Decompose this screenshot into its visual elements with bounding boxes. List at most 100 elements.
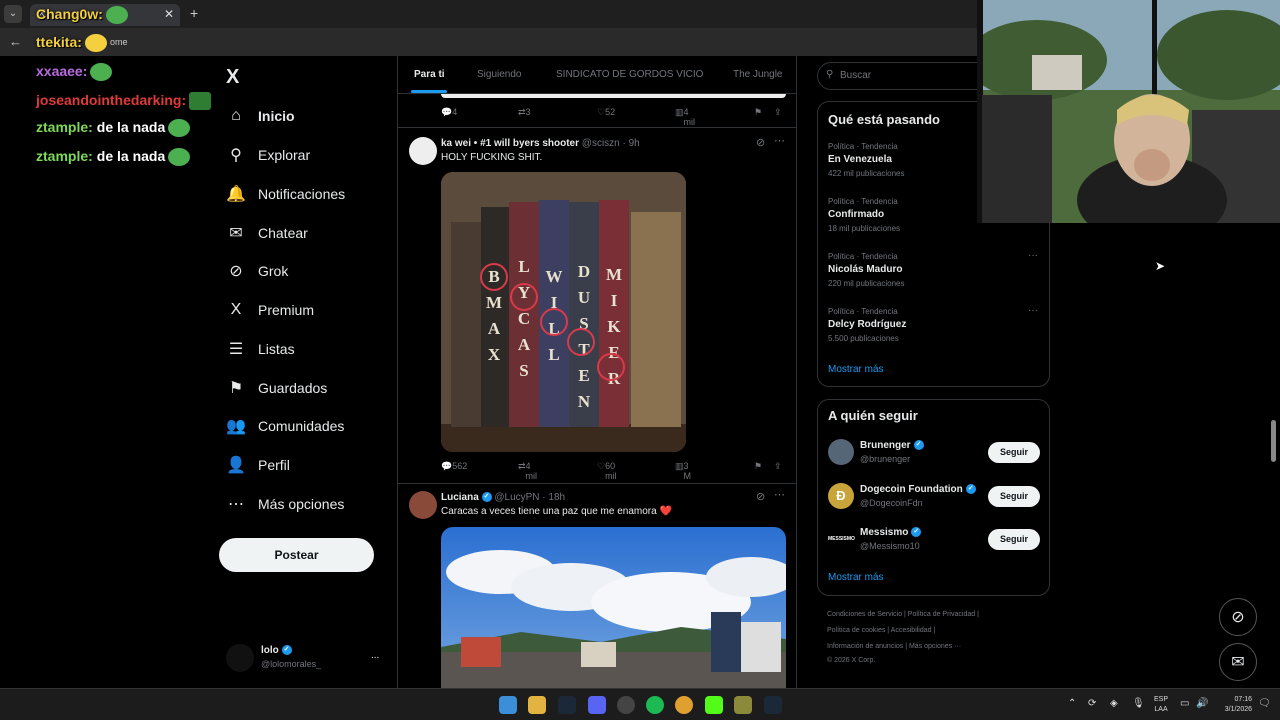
footer-links[interactable]: Información de anuncios | Más opciones ·… [827,643,961,650]
obs-icon[interactable] [617,696,635,714]
avatar[interactable] [828,439,854,465]
post-button[interactable]: Postear [219,538,374,572]
nav-item-notificaciones[interactable]: 🔔 Notificaciones [226,182,345,206]
tweet-author-name[interactable]: Luciana [441,492,479,503]
nav-item-más-opciones[interactable]: ⋯ Más opciones [226,492,344,516]
show-more-link[interactable]: Mostrar más [828,364,884,375]
avatar[interactable]: Ð [828,483,854,509]
messages-fab-icon[interactable]: ✉ [1219,643,1257,681]
page-scrollbar[interactable] [1271,420,1276,462]
back-arrow-icon[interactable]: ← [9,34,22,49]
tray-chevron-icon[interactable]: ⌃ [1068,698,1076,709]
footer-links[interactable]: Condiciones de Servicio | Política de Pr… [827,611,979,618]
nav-item-premium[interactable]: X Premium [226,298,314,322]
account-switcher[interactable]: lolo ✓ @lolomorales_ ... [226,644,386,674]
nav-item-grok[interactable]: ⊘ Grok [226,259,288,283]
tweet-more-icon[interactable]: ⋯ [774,488,785,501]
follow-button[interactable]: Seguir [988,529,1040,550]
tweet-author-name[interactable]: ka wei • #1 will byers shooter [441,138,579,149]
clock[interactable]: 07:16 3/1/2026 [1216,695,1252,715]
follow-handle[interactable]: @DogecoinFdn [860,498,923,508]
url-text[interactable]: ome [110,37,128,47]
new-tab-button[interactable]: + [190,5,198,21]
reply-button[interactable]: 💬 4 [441,107,457,118]
chrome-icon[interactable] [675,696,693,714]
grok-icon[interactable]: ⊘ [756,136,765,149]
footer-links[interactable]: Política de cookies | Accesibilidad | [827,627,935,634]
bookmark-icon[interactable]: ⚑ [754,107,762,118]
nav-item-label: Notificaciones [258,186,346,202]
tweet[interactable]: Luciana ✓ @LucyPN · 18h ⊘ ⋯ Caracas a ve… [398,484,796,688]
avatar[interactable] [409,491,437,519]
tab-menu-button[interactable]: ⌄ [4,5,22,23]
windows-taskbar: ⌃ ⟳ ◈ 🎙 ESP LAA ▭ 🔊 07:16 3/1/2026 🗨 [0,688,1280,720]
profile-more-icon[interactable]: ... [371,650,379,661]
follow-handle[interactable]: @brunenger [860,454,910,464]
repost-button[interactable]: ⇄ 3 [518,107,531,118]
trend-category: Política · Tendencia [828,197,898,206]
network-icon[interactable]: ◈ [1110,698,1118,709]
views-button[interactable]: ▥ 4 mil [675,107,695,127]
tab-siguiendo[interactable]: Siguiendo [477,69,521,80]
tweet-more-icon[interactable]: ⋯ [774,134,785,147]
share-icon[interactable]: ⇪ [774,461,782,472]
x-logo[interactable]: X [226,66,239,89]
avatar[interactable] [409,137,437,165]
grok-icon[interactable]: ⊘ [756,490,765,503]
chat-message: ztample: de la nada [36,119,191,138]
kick-icon[interactable] [705,696,723,714]
trend-more-icon[interactable]: ··· [1028,250,1038,261]
sync-icon[interactable]: ⟳ [1088,698,1096,709]
follow-handle[interactable]: @Messismo10 [860,541,920,551]
share-icon[interactable]: ⇪ [774,107,782,118]
file-explorer-icon[interactable] [528,696,546,714]
tab-para-ti[interactable]: Para ti [414,69,445,80]
nav-item-listas[interactable]: ☰ Listas [226,337,295,361]
follow-name[interactable]: Brunenger [860,440,911,451]
bookmark-icon[interactable]: ⚑ [754,461,762,472]
tab-sindicato[interactable]: SINDICATO DE GORDOS VICIO [556,69,703,80]
tweet[interactable]: ka wei • #1 will byers shooter @sciszn ·… [398,128,796,484]
nav-item-comunidades[interactable]: 👥 Comunidades [226,414,344,438]
steam-icon-2[interactable] [764,696,782,714]
views-button[interactable]: ▥ 3 M [675,461,691,481]
who-to-follow-card: A quién seguir Brunenger ✓ @brunenger Segui… [817,399,1050,596]
tweet-handle[interactable]: @sciszn · 9h [582,138,640,149]
language-indicator[interactable]: ESP LAA [1154,695,1168,715]
nav-item-label: Comunidades [258,418,345,434]
close-tab-icon[interactable]: ✕ [164,7,174,21]
book-letter: A [488,319,501,338]
show-more-follow-link[interactable]: Mostrar más [828,572,884,583]
follow-button[interactable]: Seguir [988,486,1040,507]
tweet-image-caracas[interactable] [441,527,786,688]
nav-item-guardados[interactable]: ⚑ Guardados [226,376,327,400]
like-button[interactable]: ♡ 60 mil [597,461,617,481]
steam-icon[interactable] [558,696,576,714]
avatar[interactable]: MESSISMO [828,526,855,552]
nav-item-perfil[interactable]: 👤 Perfil [226,453,290,477]
repost-button[interactable]: ⇄ 4 mil [518,461,537,481]
nav-item-chatear[interactable]: ✉ Chatear [226,221,308,245]
chat-text: de la nada [96,148,166,164]
app-icon[interactable] [734,696,752,714]
trend-more-icon[interactable]: ··· [1028,305,1038,316]
discord-icon[interactable] [588,696,606,714]
volume-icon[interactable]: 🔊 [1196,698,1208,709]
tab-the-jungle[interactable]: The Jungle [733,69,782,80]
follow-name[interactable]: Dogecoin Foundation [860,484,963,495]
tweet-handle[interactable]: @LucyPN · 18h [494,492,565,503]
windows-start-icon[interactable] [499,696,517,714]
notifications-icon[interactable]: 🗨 [1258,698,1271,709]
monitor-icon[interactable]: ▭ [1180,698,1189,709]
nav-item-explorar[interactable]: ⚲ Explorar [226,143,310,167]
tweet-image-books[interactable]: BMAXLYCASWILLDUSTENMIKER [441,172,686,452]
grok-fab-icon[interactable]: ⊘ [1219,598,1257,636]
follow-name[interactable]: Messismo [860,527,908,538]
mic-icon[interactable]: 🎙 [1132,698,1145,709]
reply-button[interactable]: 💬 562 [441,461,467,472]
follow-button[interactable]: Seguir [988,442,1040,463]
like-button[interactable]: ♡ 52 [597,107,615,118]
spotify-icon[interactable] [646,696,664,714]
trend-count: 18 mil publicaciones [828,224,901,233]
nav-item-inicio[interactable]: ⌂ Inicio [226,104,294,128]
